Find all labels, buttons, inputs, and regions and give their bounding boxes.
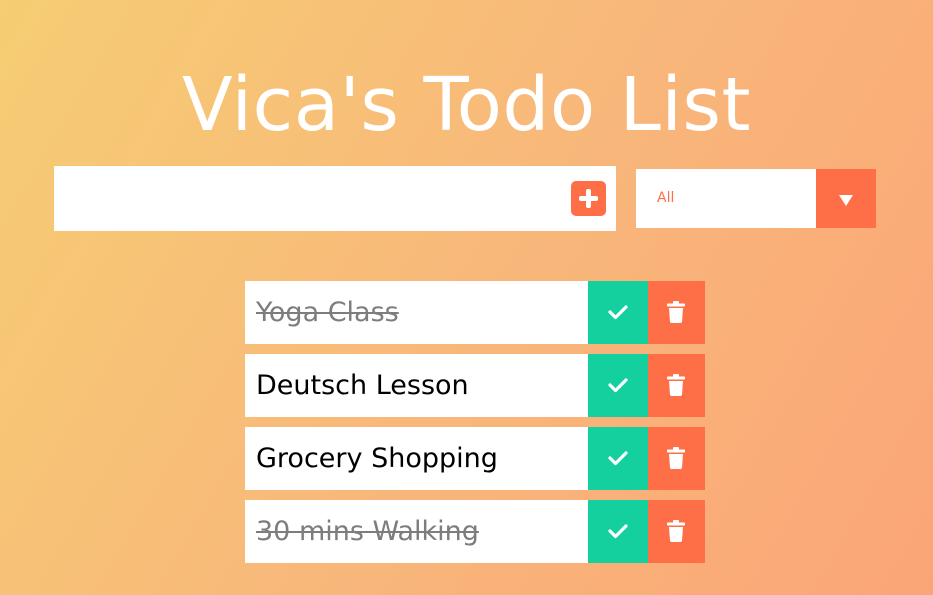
trash-icon: [667, 447, 685, 469]
complete-button[interactable]: [588, 500, 648, 563]
filter-selected-value: All: [657, 190, 675, 206]
todo-item: 30 mins Walking: [245, 500, 705, 563]
todo-item: Deutsch Lesson: [245, 354, 705, 417]
delete-button[interactable]: [648, 354, 705, 417]
trash-icon: [667, 301, 685, 323]
todo-text: 30 mins Walking: [256, 516, 479, 547]
complete-button[interactable]: [588, 354, 648, 417]
complete-button[interactable]: [588, 427, 648, 490]
todo-item: Grocery Shopping: [245, 427, 705, 490]
delete-button[interactable]: [648, 427, 705, 490]
todo-text: Deutsch Lesson: [256, 370, 469, 401]
complete-button[interactable]: [588, 281, 648, 344]
check-icon: [608, 524, 628, 539]
caret-down-icon: [839, 195, 853, 206]
check-icon: [608, 451, 628, 466]
trash-icon: [667, 520, 685, 542]
delete-button[interactable]: [648, 281, 705, 344]
trash-icon: [667, 374, 685, 396]
add-todo-button[interactable]: [571, 181, 606, 216]
filter-select[interactable]: All: [636, 169, 876, 228]
check-icon: [608, 305, 628, 320]
todo-text: Grocery Shopping: [256, 443, 498, 474]
todo-list: Yoga Class Deutsch Lesson Grocery Shoppi…: [245, 281, 705, 573]
check-icon: [608, 378, 628, 393]
todo-text: Yoga Class: [256, 297, 399, 328]
delete-button[interactable]: [648, 500, 705, 563]
todo-input-container: [54, 166, 616, 231]
page-title: Vica's Todo List: [181, 61, 752, 148]
filter-dropdown-button[interactable]: [816, 169, 876, 228]
todo-input[interactable]: [54, 166, 554, 231]
todo-item: Yoga Class: [245, 281, 705, 344]
